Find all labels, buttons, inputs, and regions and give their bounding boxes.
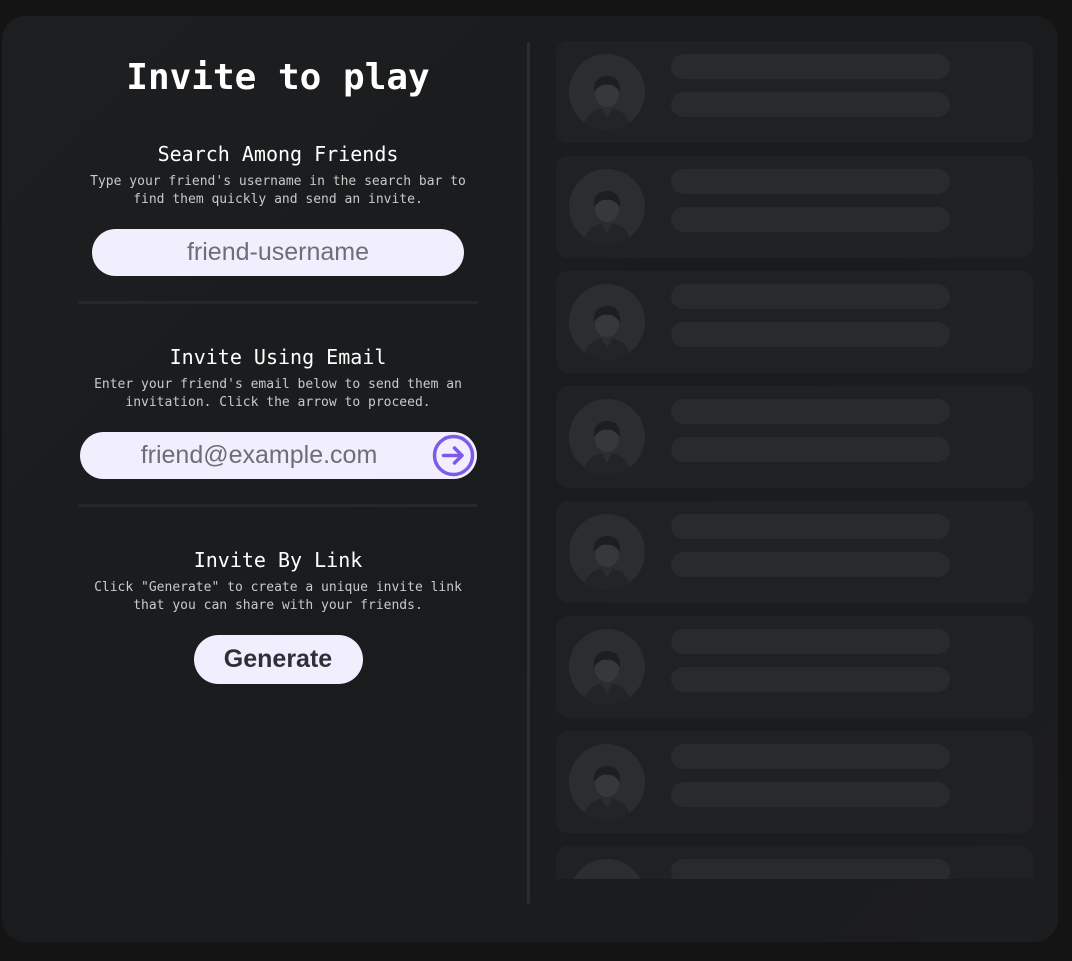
name-placeholder-bar (671, 54, 950, 79)
email-input[interactable] (79, 432, 477, 479)
friend-row-skeleton (556, 271, 1033, 373)
name-placeholder-bar (671, 514, 950, 539)
link-heading: Invite By Link (193, 548, 363, 572)
email-section: Invite Using Email Enter your friend's e… (78, 344, 478, 479)
status-placeholder-bar (671, 552, 950, 577)
friend-row-skeleton (556, 386, 1033, 488)
link-description: Click "Generate" to create a unique invi… (94, 580, 462, 613)
friend-row-skeleton (556, 156, 1033, 258)
friend-row-skeleton (556, 731, 1033, 833)
friends-list (556, 41, 1033, 879)
user-avatar-placeholder-icon (569, 744, 645, 820)
section-divider (78, 504, 478, 507)
name-placeholder-bar (671, 169, 950, 194)
invite-card: Invite to play Search Among Friends Type… (2, 16, 1058, 942)
name-placeholder-bar (671, 629, 950, 654)
name-placeholder-bar (671, 859, 950, 879)
status-placeholder-bar (671, 92, 950, 117)
friend-row-skeleton (556, 501, 1033, 603)
status-placeholder-bar (671, 322, 950, 347)
search-section: Search Among Friends Type your friend's … (78, 141, 478, 276)
friend-row-skeleton (556, 41, 1033, 143)
user-avatar-placeholder-icon (569, 399, 645, 475)
email-description: Enter your friend's email below to send … (94, 377, 462, 410)
page-title: Invite to play (126, 57, 430, 98)
status-placeholder-bar (671, 437, 950, 462)
invite-panel: Invite to play Search Among Friends Type… (78, 16, 478, 942)
user-avatar-placeholder-icon (569, 859, 645, 879)
user-avatar-placeholder-icon (569, 284, 645, 360)
search-heading: Search Among Friends (157, 142, 399, 166)
friend-search-input[interactable] (92, 229, 464, 276)
panel-divider (527, 42, 530, 904)
user-avatar-placeholder-icon (569, 629, 645, 705)
status-placeholder-bar (671, 207, 950, 232)
status-placeholder-bar (671, 782, 950, 807)
status-placeholder-bar (671, 667, 950, 692)
link-section: Invite By Link Click "Generate" to creat… (78, 547, 478, 684)
name-placeholder-bar (671, 744, 950, 769)
section-divider (78, 301, 478, 304)
friend-row-skeleton (556, 616, 1033, 718)
user-avatar-placeholder-icon (569, 169, 645, 245)
name-placeholder-bar (671, 399, 950, 424)
search-description: Type your friend's username in the searc… (90, 174, 466, 207)
arrow-right-circle-icon (432, 434, 474, 477)
email-input-group (79, 432, 477, 479)
friend-row-skeleton (556, 846, 1033, 879)
email-heading: Invite Using Email (169, 345, 387, 369)
user-avatar-placeholder-icon (569, 54, 645, 130)
user-avatar-placeholder-icon (569, 514, 645, 590)
name-placeholder-bar (671, 284, 950, 309)
send-invite-button[interactable] (431, 434, 475, 477)
generate-link-button[interactable]: Generate (193, 635, 363, 684)
